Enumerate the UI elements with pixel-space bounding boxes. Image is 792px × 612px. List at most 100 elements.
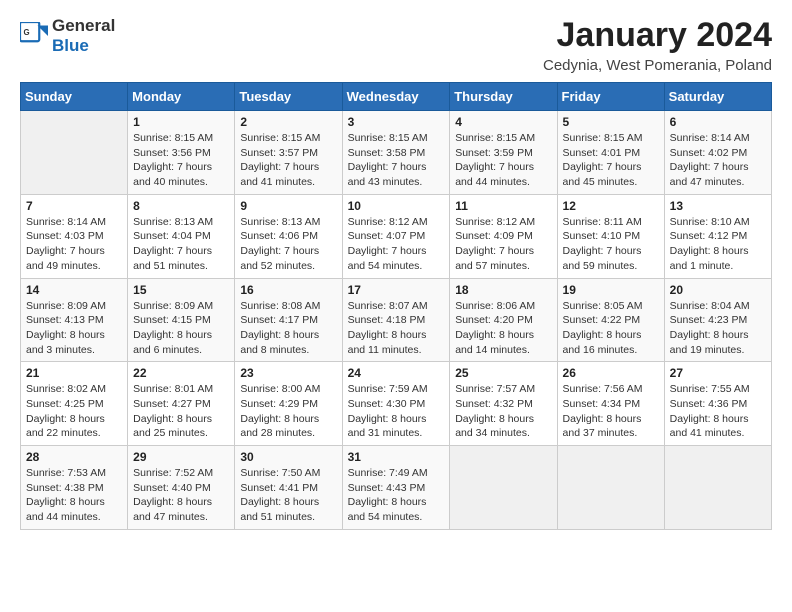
calendar-cell: 25 Sunrise: 7:57 AMSunset: 4:32 PMDayligh… (450, 362, 557, 446)
day-number: 10 (348, 199, 445, 213)
day-number: 25 (455, 366, 551, 380)
day-info: Sunrise: 8:09 AMSunset: 4:15 PMDaylight:… (133, 299, 229, 358)
day-info: Sunrise: 8:15 AMSunset: 3:59 PMDaylight:… (455, 131, 551, 190)
day-info: Sunrise: 8:14 AMSunset: 4:03 PMDaylight:… (26, 215, 122, 274)
day-number: 21 (26, 366, 122, 380)
day-info: Sunrise: 7:57 AMSunset: 4:32 PMDaylight:… (455, 382, 551, 441)
calendar-week-3: 14Sunrise: 8:09 AMSunset: 4:13 PMDayligh… (21, 278, 772, 362)
svg-text:G: G (24, 28, 30, 37)
day-info: Sunrise: 8:15 AMSunset: 3:57 PMDaylight:… (240, 131, 336, 190)
calendar-cell: 19 Sunrise: 8:05 AMSunset: 4:22 PMDayligh… (557, 278, 664, 362)
day-number: 31 (348, 450, 445, 464)
day-info: Sunrise: 8:15 AMSunset: 3:58 PMDaylight:… (348, 131, 445, 190)
day-info: Sunrise: 8:15 AMSunset: 3:56 PMDaylight:… (133, 131, 229, 190)
page-header: G General Blue January 2024 Cedynia, Wes… (20, 16, 772, 74)
calendar-cell (557, 446, 664, 530)
day-info: Sunrise: 8:10 AMSunset: 4:12 PMDaylight:… (670, 215, 766, 274)
day-info: Sunrise: 7:55 AMSunset: 4:36 PMDaylight:… (670, 382, 766, 441)
day-number: 26 (563, 366, 659, 380)
calendar-cell: 3 Sunrise: 8:15 AMSunset: 3:58 PMDaylight… (342, 111, 450, 195)
logo-blue: Blue (52, 36, 89, 55)
calendar-cell: 26 Sunrise: 7:56 AMSunset: 4:34 PMDayligh… (557, 362, 664, 446)
calendar-cell: 4Sunrise: 8:15 AMSunset: 3:59 PMDaylight… (450, 111, 557, 195)
day-number: 15 (133, 283, 229, 297)
day-header-tuesday: Tuesday (235, 83, 342, 111)
calendar-cell: 17 Sunrise: 8:07 AMSunset: 4:18 PMDayligh… (342, 278, 450, 362)
day-number: 2 (240, 115, 336, 129)
day-info: Sunrise: 7:59 AMSunset: 4:30 PMDaylight:… (348, 382, 445, 441)
day-info: Sunrise: 8:12 AMSunset: 4:09 PMDaylight:… (455, 215, 551, 274)
calendar-cell: 21Sunrise: 8:02 AMSunset: 4:25 PMDayligh… (21, 362, 128, 446)
day-number: 20 (670, 283, 766, 297)
calendar-cell: 30Sunrise: 7:50 AMSunset: 4:41 PMDayligh… (235, 446, 342, 530)
day-number: 22 (133, 366, 229, 380)
day-number: 11 (455, 199, 551, 213)
day-number: 13 (670, 199, 766, 213)
day-number: 18 (455, 283, 551, 297)
day-number: 8 (133, 199, 229, 213)
day-info: Sunrise: 8:13 AMSunset: 4:04 PMDaylight:… (133, 215, 229, 274)
calendar-table: SundayMondayTuesdayWednesdayThursdayFrid… (20, 82, 772, 530)
calendar-cell: 10 Sunrise: 8:12 AMSunset: 4:07 PMDayligh… (342, 194, 450, 278)
day-info: Sunrise: 8:11 AMSunset: 4:10 PMDaylight:… (563, 215, 659, 274)
day-header-sunday: Sunday (21, 83, 128, 111)
calendar-cell: 16 Sunrise: 8:08 AMSunset: 4:17 PMDayligh… (235, 278, 342, 362)
day-info: Sunrise: 8:06 AMSunset: 4:20 PMDaylight:… (455, 299, 551, 358)
logo: G General Blue (20, 16, 115, 55)
calendar-cell: 12 Sunrise: 8:11 AMSunset: 4:10 PMDayligh… (557, 194, 664, 278)
day-number: 17 (348, 283, 445, 297)
calendar-cell: 5Sunrise: 8:15 AMSunset: 4:01 PMDaylight… (557, 111, 664, 195)
calendar-week-2: 7Sunrise: 8:14 AMSunset: 4:03 PMDaylight… (21, 194, 772, 278)
day-info: Sunrise: 8:05 AMSunset: 4:22 PMDaylight:… (563, 299, 659, 358)
day-info: Sunrise: 8:12 AMSunset: 4:07 PMDaylight:… (348, 215, 445, 274)
day-number: 30 (240, 450, 336, 464)
day-info: Sunrise: 8:07 AMSunset: 4:18 PMDaylight:… (348, 299, 445, 358)
day-info: Sunrise: 7:49 AMSunset: 4:43 PMDaylight:… (348, 466, 445, 525)
day-info: Sunrise: 8:14 AMSunset: 4:02 PMDaylight:… (670, 131, 766, 190)
calendar-cell: 20 Sunrise: 8:04 AMSunset: 4:23 PMDayligh… (664, 278, 771, 362)
calendar-week-1: 1Sunrise: 8:15 AMSunset: 3:56 PMDaylight… (21, 111, 772, 195)
day-info: Sunrise: 8:15 AMSunset: 4:01 PMDaylight:… (563, 131, 659, 190)
calendar-cell: 15 Sunrise: 8:09 AMSunset: 4:15 PMDayligh… (128, 278, 235, 362)
day-info: Sunrise: 7:56 AMSunset: 4:34 PMDaylight:… (563, 382, 659, 441)
day-header-wednesday: Wednesday (342, 83, 450, 111)
calendar-cell: 23Sunrise: 8:00 AMSunset: 4:29 PMDayligh… (235, 362, 342, 446)
calendar-cell: 11 Sunrise: 8:12 AMSunset: 4:09 PMDayligh… (450, 194, 557, 278)
calendar-cell: 22Sunrise: 8:01 AMSunset: 4:27 PMDayligh… (128, 362, 235, 446)
day-number: 3 (348, 115, 445, 129)
day-number: 12 (563, 199, 659, 213)
logo-icon: G (20, 22, 48, 50)
title-block: January 2024 Cedynia, West Pomerania, Po… (543, 16, 772, 74)
day-number: 19 (563, 283, 659, 297)
day-info: Sunrise: 7:53 AMSunset: 4:38 PMDaylight:… (26, 466, 122, 525)
day-info: Sunrise: 7:52 AMSunset: 4:40 PMDaylight:… (133, 466, 229, 525)
calendar-cell: 18 Sunrise: 8:06 AMSunset: 4:20 PMDayligh… (450, 278, 557, 362)
day-info: Sunrise: 8:04 AMSunset: 4:23 PMDaylight:… (670, 299, 766, 358)
calendar-cell: 1Sunrise: 8:15 AMSunset: 3:56 PMDaylight… (128, 111, 235, 195)
calendar-cell (21, 111, 128, 195)
day-number: 27 (670, 366, 766, 380)
calendar-cell: 31 Sunrise: 7:49 AMSunset: 4:43 PMDayligh… (342, 446, 450, 530)
day-number: 28 (26, 450, 122, 464)
calendar-cell: 24 Sunrise: 7:59 AMSunset: 4:30 PMDayligh… (342, 362, 450, 446)
day-number: 9 (240, 199, 336, 213)
day-number: 24 (348, 366, 445, 380)
calendar-cell: 6Sunrise: 8:14 AMSunset: 4:02 PMDaylight… (664, 111, 771, 195)
calendar-cell: 8 Sunrise: 8:13 AMSunset: 4:04 PMDaylight… (128, 194, 235, 278)
day-header-monday: Monday (128, 83, 235, 111)
calendar-header-row: SundayMondayTuesdayWednesdayThursdayFrid… (21, 83, 772, 111)
day-header-saturday: Saturday (664, 83, 771, 111)
day-number: 16 (240, 283, 336, 297)
calendar-cell: 13 Sunrise: 8:10 AMSunset: 4:12 PMDayligh… (664, 194, 771, 278)
calendar-cell: 14Sunrise: 8:09 AMSunset: 4:13 PMDayligh… (21, 278, 128, 362)
calendar-cell: 2 Sunrise: 8:15 AMSunset: 3:57 PMDaylight… (235, 111, 342, 195)
calendar-cell: 29Sunrise: 7:52 AMSunset: 4:40 PMDayligh… (128, 446, 235, 530)
day-number: 14 (26, 283, 122, 297)
calendar-cell (450, 446, 557, 530)
location-text: Cedynia, West Pomerania, Poland (543, 57, 772, 74)
logo-text: General Blue (52, 16, 115, 55)
day-info: Sunrise: 8:08 AMSunset: 4:17 PMDaylight:… (240, 299, 336, 358)
day-number: 23 (240, 366, 336, 380)
calendar-cell: 7Sunrise: 8:14 AMSunset: 4:03 PMDaylight… (21, 194, 128, 278)
calendar-cell: 28 Sunrise: 7:53 AMSunset: 4:38 PMDayligh… (21, 446, 128, 530)
